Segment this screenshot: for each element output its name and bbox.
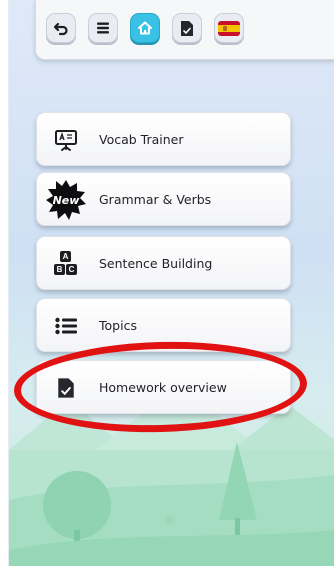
vocab-board-icon	[49, 123, 83, 157]
block-a: A	[60, 251, 71, 262]
abc-blocks-icon: A B C	[49, 247, 83, 281]
menu-item-label: Sentence Building	[99, 255, 213, 271]
menu-button[interactable]	[88, 13, 118, 43]
home-icon	[138, 21, 152, 35]
menu-item-vocab-trainer[interactable]: Vocab Trainer	[36, 112, 291, 166]
undo-icon	[53, 22, 68, 36]
new-badge-label: New	[52, 193, 80, 207]
language-button[interactable]	[214, 13, 244, 43]
list-icon	[49, 309, 83, 343]
spain-flag-icon	[218, 20, 240, 36]
app-screen: Vocab Trainer New Grammar & Verbs A B C …	[8, 0, 334, 566]
top-toolbar	[35, 0, 334, 60]
menu-item-sentence-building[interactable]: A B C Sentence Building	[36, 236, 291, 290]
block-c: C	[66, 264, 77, 275]
undo-button[interactable]	[46, 13, 76, 43]
new-badge-icon: New	[45, 179, 87, 221]
document-check-icon	[181, 20, 193, 36]
menu-item-label: Grammar & Verbs	[99, 191, 212, 207]
menu-item-grammar-verbs[interactable]: New Grammar & Verbs	[36, 172, 291, 226]
menu-item-label: Vocab Trainer	[99, 131, 184, 147]
hamburger-menu-icon	[97, 22, 109, 34]
block-b: B	[54, 264, 65, 275]
home-button[interactable]	[130, 13, 160, 43]
homework-button[interactable]	[172, 13, 202, 43]
